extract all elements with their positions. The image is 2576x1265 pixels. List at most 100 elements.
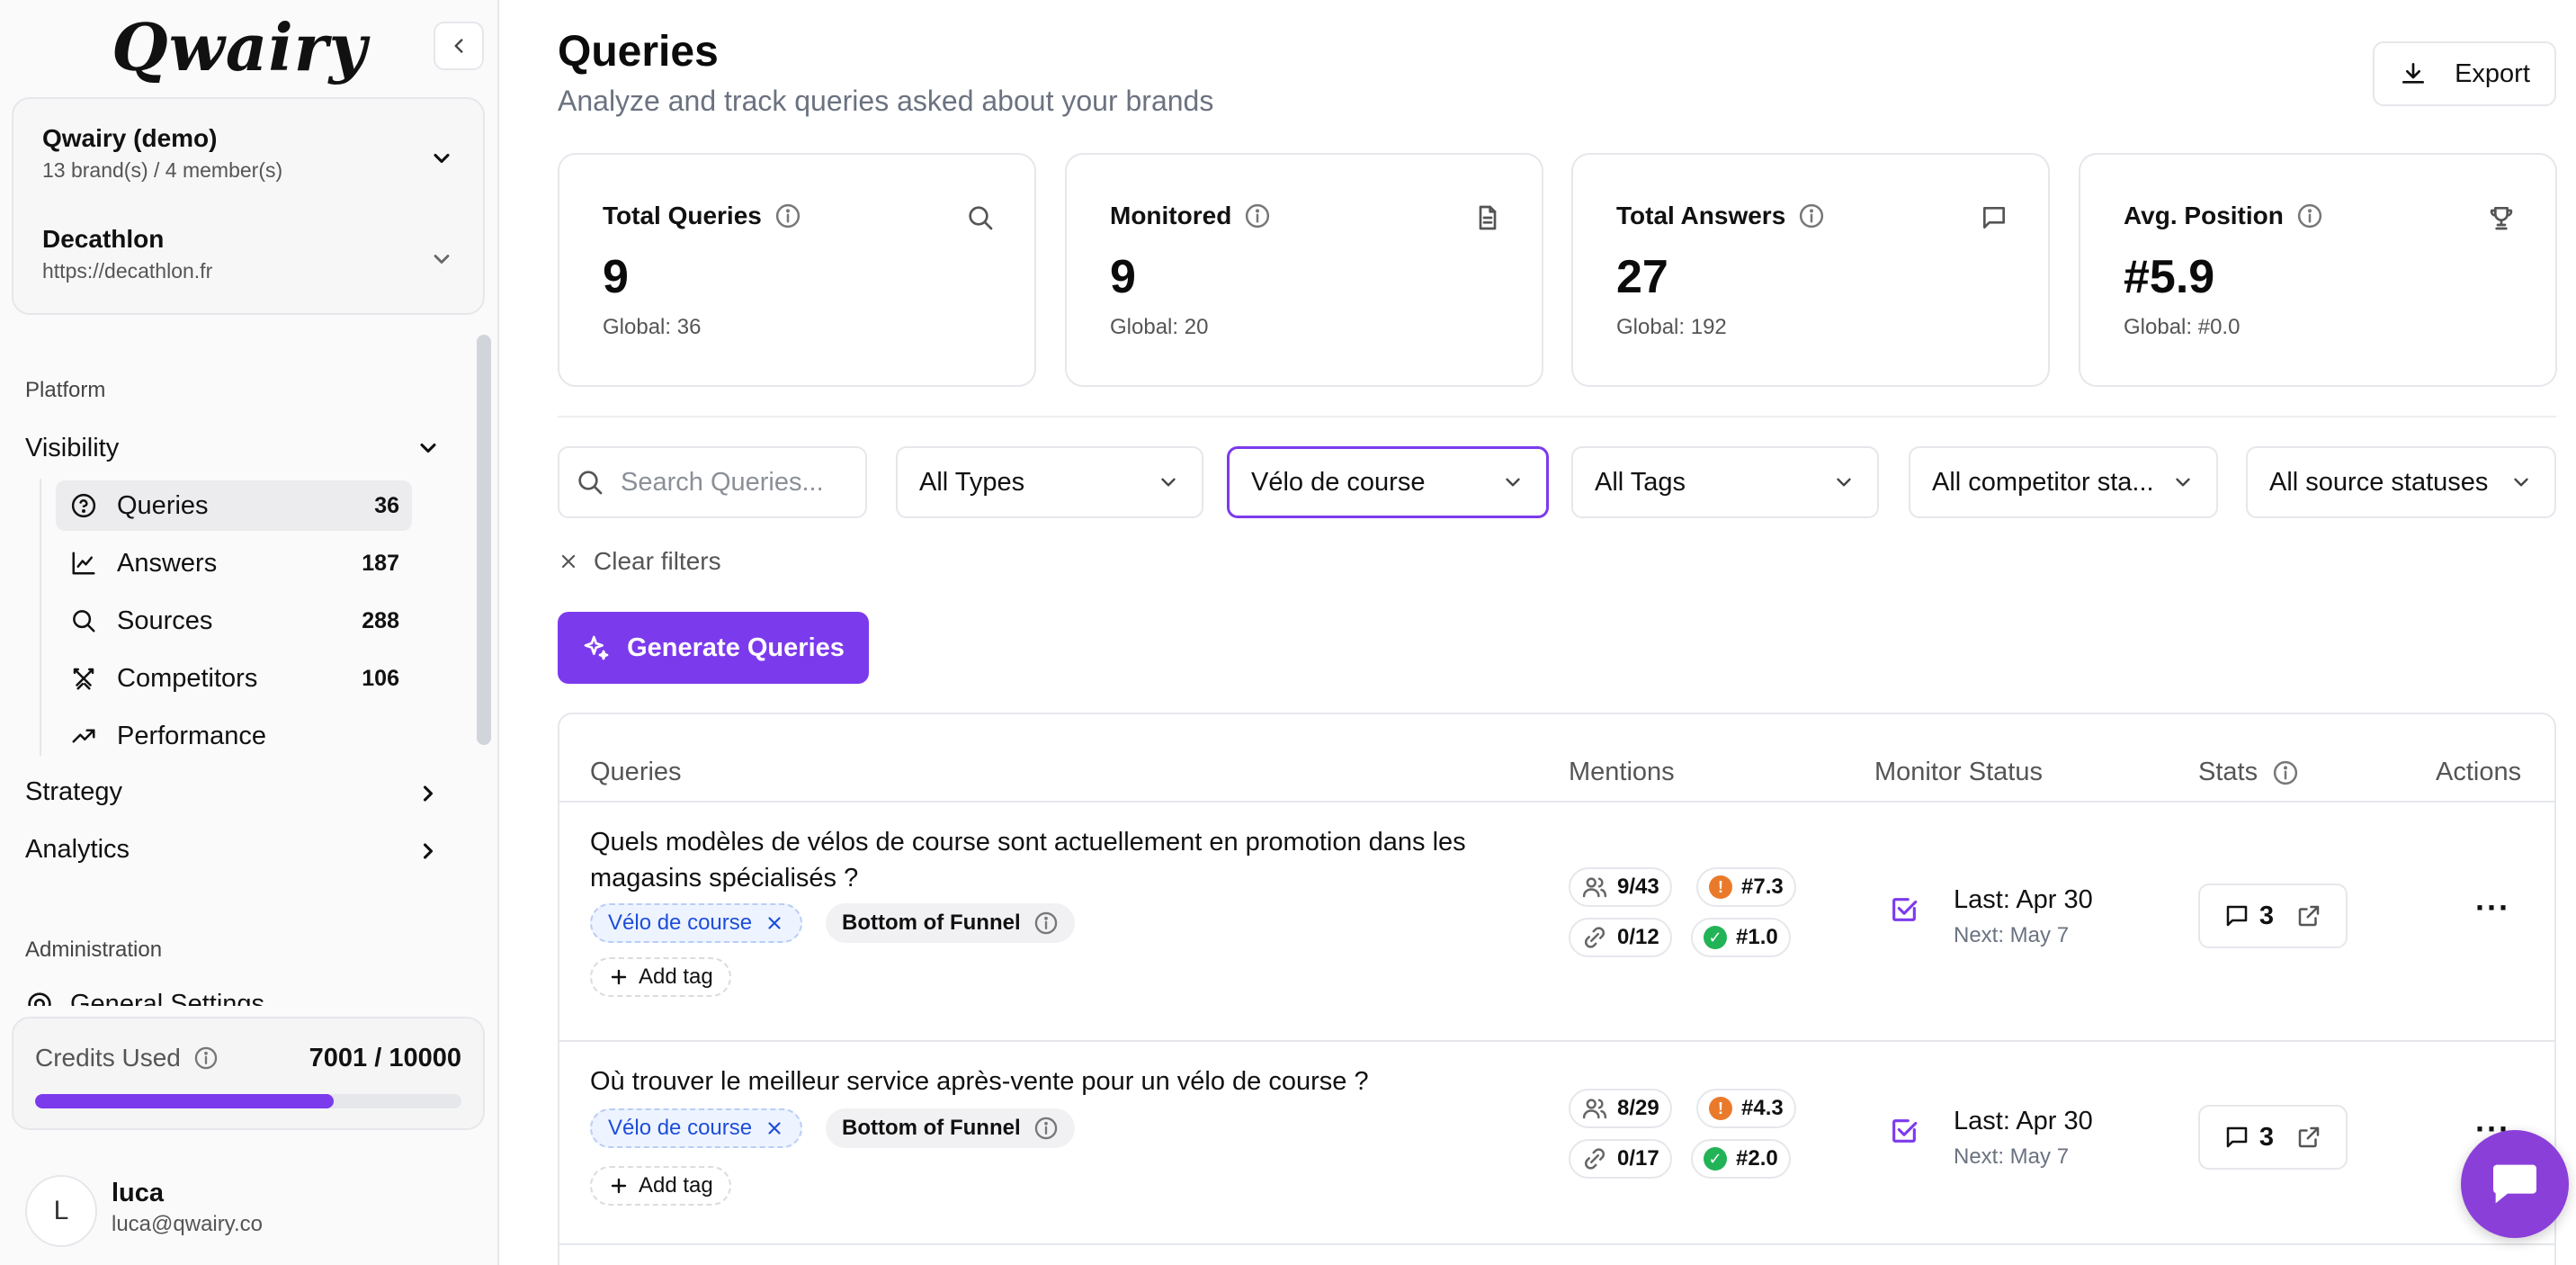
- clear-filters-label: Clear filters: [594, 547, 721, 575]
- external-link-icon[interactable]: [2295, 902, 2322, 929]
- monitor-last-run: Last: Apr 30: [1954, 1107, 2093, 1135]
- monitor-last-run: Last: Apr 30: [1954, 885, 2093, 914]
- checkbox-checked-icon[interactable]: [1889, 894, 1919, 925]
- plus-icon: [611, 969, 627, 985]
- info-icon[interactable]: [2296, 202, 2323, 229]
- nav-strategy[interactable]: Strategy: [25, 777, 122, 807]
- mentions-value: 8/29: [1617, 1096, 1659, 1120]
- nav-visibility[interactable]: Visibility: [25, 434, 119, 463]
- brand-selector[interactable]: Decathlon https://decathlon.fr: [42, 225, 212, 283]
- search-icon: [68, 606, 99, 636]
- external-link-icon[interactable]: [2295, 1124, 2322, 1151]
- clear-filters-button[interactable]: Clear filters: [558, 547, 721, 576]
- generate-queries-button[interactable]: Generate Queries: [558, 612, 869, 684]
- sidebar-item-sources[interactable]: Sources 288: [56, 596, 412, 646]
- type-filter-select[interactable]: All Types: [896, 446, 1203, 518]
- add-tag-button[interactable]: Add tag: [590, 1166, 731, 1206]
- stat-global-label: Global:: [1616, 315, 1686, 339]
- chat-support-button[interactable]: [2461, 1130, 2569, 1238]
- position-pill[interactable]: ! #7.3: [1696, 867, 1796, 907]
- sidebar-item-label: Queries: [117, 490, 209, 520]
- monitor-next-run: Next: May 7: [1954, 1144, 2070, 1169]
- tags-filter-select[interactable]: All Tags: [1571, 446, 1879, 518]
- topic-tag: Vélo de course: [590, 1108, 803, 1148]
- chart-line-icon: [68, 548, 99, 579]
- links-pill[interactable]: 0/17: [1569, 1139, 1672, 1179]
- info-icon[interactable]: [1033, 1116, 1059, 1141]
- sidebar-item-queries[interactable]: Queries 36: [56, 480, 412, 531]
- close-icon[interactable]: [765, 1118, 784, 1138]
- close-icon[interactable]: [765, 913, 784, 933]
- collapse-sidebar-button[interactable]: [434, 22, 484, 70]
- column-header-actions: Actions: [2436, 758, 2522, 786]
- column-header-mentions[interactable]: Mentions: [1569, 758, 1675, 787]
- stat-title: Avg. Position: [2124, 202, 2284, 229]
- info-icon[interactable]: [774, 202, 801, 229]
- chevron-right-icon[interactable]: [416, 839, 441, 864]
- topic-filter-value: Vélo de course: [1251, 467, 1426, 497]
- stats-button[interactable]: 3: [2198, 884, 2348, 948]
- sidebar-item-performance[interactable]: Performance: [56, 711, 412, 761]
- stat-card-monitored: Monitored 9 Global: 20: [1065, 153, 1543, 387]
- info-icon[interactable]: [1244, 202, 1271, 229]
- add-tag-label: Add tag: [639, 1173, 713, 1198]
- info-icon[interactable]: [1033, 911, 1059, 936]
- queries-table: Queries Mentions Monitor Status Stats Ac…: [558, 713, 2556, 1265]
- competitor-status-filter-select[interactable]: All competitor sta...: [1909, 446, 2218, 518]
- sidebar-scrollbar[interactable]: [477, 335, 491, 745]
- funnel-tag: Bottom of Funnel: [826, 1108, 1075, 1148]
- chevron-down-icon: [1506, 478, 1520, 487]
- stat-card-total-answers: Total Answers 27 Global: 192: [1571, 153, 2050, 387]
- chevron-right-icon[interactable]: [416, 781, 441, 806]
- chevron-down-icon[interactable]: [429, 247, 454, 272]
- add-tag-button[interactable]: Add tag: [590, 957, 731, 997]
- column-header-monitor-status[interactable]: Monitor Status: [1874, 758, 2043, 787]
- users-icon: [1582, 1099, 1607, 1119]
- swords-icon: [68, 663, 99, 694]
- export-button[interactable]: Export: [2373, 41, 2556, 106]
- chevron-down-icon[interactable]: [429, 146, 454, 171]
- message-icon: [1980, 203, 2008, 232]
- avatar[interactable]: L: [25, 1175, 97, 1247]
- info-icon[interactable]: [2272, 759, 2299, 786]
- link-position-pill[interactable]: ✓ #2.0: [1691, 1139, 1791, 1179]
- search-placeholder: Search Queries...: [621, 467, 824, 497]
- topic-tag: Vélo de course: [590, 903, 803, 943]
- brand-name: Decathlon: [42, 225, 165, 253]
- column-header-stats[interactable]: Stats: [2198, 758, 2299, 787]
- credits-value: 7001 / 10000: [309, 1044, 461, 1072]
- chevron-down-icon[interactable]: [416, 435, 441, 461]
- position-pill[interactable]: ! #4.3: [1696, 1089, 1796, 1128]
- app-logo[interactable]: Qwairy: [112, 9, 367, 85]
- more-actions-button[interactable]: ···: [2475, 889, 2510, 927]
- sidebar-item-competitors[interactable]: Competitors 106: [56, 653, 412, 704]
- checkbox-checked-icon[interactable]: [1889, 1116, 1919, 1146]
- stat-title: Total Queries: [603, 202, 762, 229]
- sidebar-item-answers[interactable]: Answers 187: [56, 538, 412, 588]
- stat-global-label: Global:: [1110, 315, 1179, 339]
- topic-filter-select[interactable]: Vélo de course: [1227, 446, 1549, 518]
- search-input[interactable]: Search Queries...: [558, 446, 867, 518]
- mentions-value: 9/43: [1617, 875, 1659, 899]
- org-selector[interactable]: Qwairy (demo) 13 brand(s) / 4 member(s): [42, 124, 282, 183]
- nav-analytics[interactable]: Analytics: [25, 835, 130, 865]
- info-icon[interactable]: [1798, 202, 1825, 229]
- row-divider: [559, 1243, 2554, 1245]
- source-status-filter-value: All source statuses: [2269, 467, 2489, 497]
- stats-button[interactable]: 3: [2198, 1105, 2348, 1170]
- nav-general-settings-clipped[interactable]: General Settings: [25, 988, 457, 1006]
- mentions-pill[interactable]: 9/43: [1569, 867, 1672, 907]
- column-header-queries[interactable]: Queries: [590, 758, 682, 787]
- users-icon: [1582, 877, 1607, 898]
- user-info[interactable]: luca luca@qwairy.co: [112, 1179, 263, 1237]
- query-text[interactable]: Où trouver le meilleur service après-ven…: [590, 1063, 1543, 1099]
- source-status-filter-select[interactable]: All source statuses: [2246, 446, 2556, 518]
- info-icon[interactable]: [193, 1045, 219, 1071]
- links-pill[interactable]: 0/12: [1569, 918, 1672, 957]
- link-position-pill[interactable]: ✓ #1.0: [1691, 918, 1791, 957]
- link-position-value: #1.0: [1736, 925, 1778, 949]
- page-title: Queries: [558, 28, 719, 76]
- query-text[interactable]: Quels modèles de vélos de course sont ac…: [590, 824, 1543, 896]
- mentions-pill[interactable]: 8/29: [1569, 1089, 1672, 1128]
- sidebar-item-count: 187: [362, 550, 399, 576]
